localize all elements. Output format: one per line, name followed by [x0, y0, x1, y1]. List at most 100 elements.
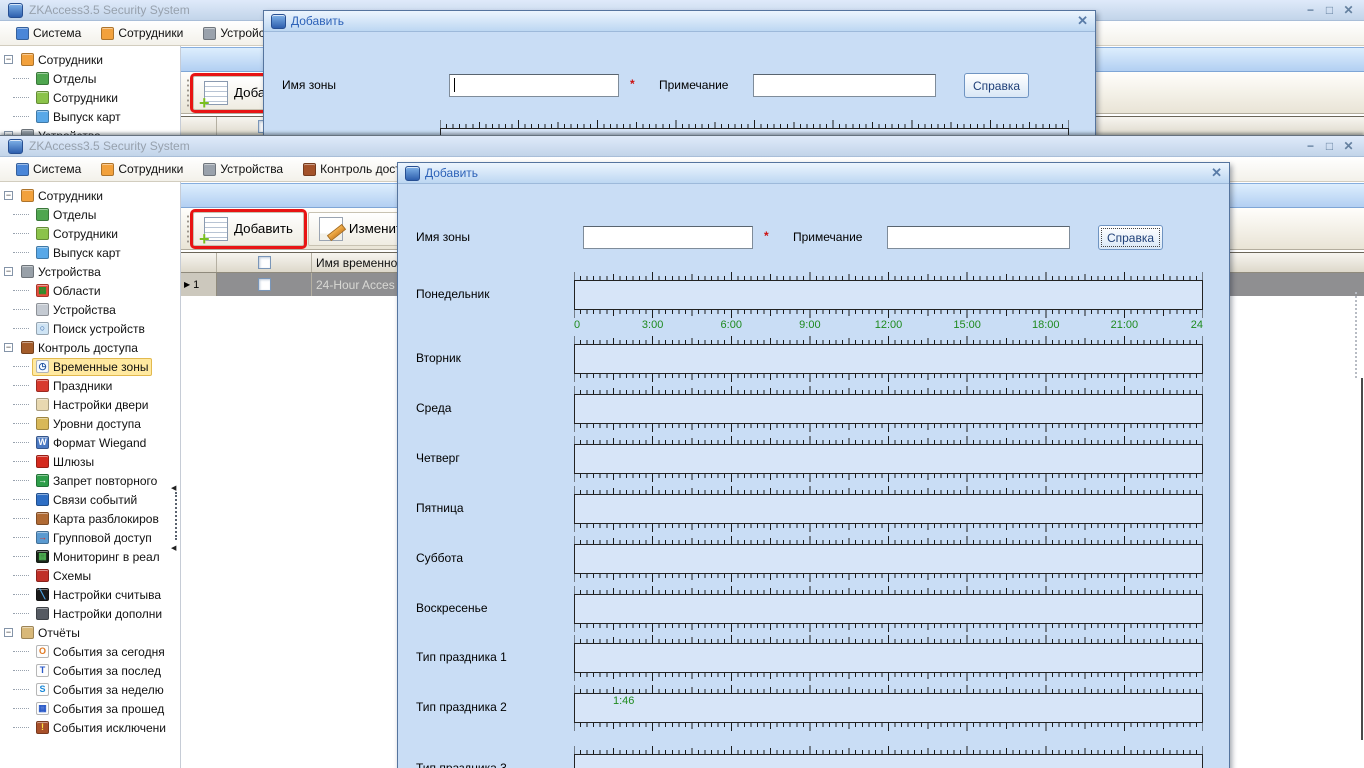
- menu-item-system[interactable]: Система: [16, 26, 81, 40]
- tree-item[interactable]: −Контроль доступа: [0, 338, 180, 357]
- select-all-checkbox[interactable]: [258, 256, 271, 269]
- minimize-icon[interactable]: −: [1303, 139, 1318, 154]
- maximize-icon[interactable]: □: [1322, 3, 1337, 18]
- zone-name-input[interactable]: [450, 75, 618, 96]
- tree-node[interactable]: →Групповой доступ: [32, 529, 156, 547]
- note-input[interactable]: [754, 75, 935, 96]
- minimize-icon[interactable]: −: [1303, 3, 1318, 18]
- tree-item[interactable]: OСобытия за сегодня: [0, 642, 180, 661]
- tree-node[interactable]: TСобытия за послед: [32, 662, 165, 680]
- tree-expander-icon[interactable]: −: [4, 191, 13, 200]
- zone-name-input[interactable]: [584, 227, 752, 248]
- tree-node[interactable]: ▦Мониторинг в реал: [32, 548, 164, 566]
- timeline-track[interactable]: [574, 344, 1203, 374]
- tree-item[interactable]: !События исключени: [0, 718, 180, 737]
- timeline-track[interactable]: [574, 754, 1203, 768]
- splitter-collapse-icon[interactable]: ◀: [171, 545, 176, 552]
- tree-node[interactable]: Отделы: [32, 206, 100, 224]
- splitter-collapse-icon[interactable]: ◀: [171, 485, 176, 492]
- tree-expander-icon[interactable]: −: [4, 267, 13, 276]
- menu-item-employees[interactable]: Сотрудники: [101, 162, 183, 176]
- menu-item-employees[interactable]: Сотрудники: [101, 26, 183, 40]
- tree-node[interactable]: Контроль доступа: [17, 339, 142, 357]
- tree-node[interactable]: !События исключени: [32, 719, 170, 737]
- tree-item[interactable]: Настройки двери: [0, 395, 180, 414]
- tree-node[interactable]: Выпуск карт: [32, 108, 125, 126]
- maximize-icon[interactable]: □: [1322, 139, 1337, 154]
- dialog-close-icon[interactable]: ✕: [1211, 165, 1222, 181]
- tree-item[interactable]: Сотрудники: [0, 224, 180, 243]
- tree-node[interactable]: ╲Настройки считыва: [32, 586, 165, 604]
- help-button[interactable]: Справка: [964, 73, 1029, 98]
- timeline-track[interactable]: [574, 544, 1203, 574]
- timeline-track[interactable]: [574, 280, 1203, 310]
- tree-node[interactable]: WФормат Wiegand: [32, 434, 150, 452]
- tree-node[interactable]: Праздники: [32, 377, 116, 395]
- tree-item[interactable]: Настройки дополни: [0, 604, 180, 623]
- tree-node[interactable]: Схемы: [32, 567, 95, 585]
- tree-node[interactable]: Сотрудники: [32, 225, 122, 243]
- tree-item[interactable]: Сотрудники: [0, 88, 180, 107]
- add-button[interactable]: Добавить: [193, 212, 304, 246]
- row-checkbox[interactable]: [258, 278, 271, 291]
- tree-item[interactable]: Шлюзы: [0, 452, 180, 471]
- tree-node[interactable]: Выпуск карт: [32, 244, 125, 262]
- tree-item[interactable]: Схемы: [0, 566, 180, 585]
- tree-item[interactable]: ▦Области: [0, 281, 180, 300]
- menu-item-devices[interactable]: Устройства: [203, 162, 283, 176]
- tree-node[interactable]: →Запрет повторного: [32, 472, 161, 490]
- tree-node[interactable]: ▦События за прошед: [32, 700, 168, 718]
- tree-node[interactable]: Устройства: [32, 301, 120, 319]
- timeline-track[interactable]: [574, 394, 1203, 424]
- tree-node[interactable]: Связи событий: [32, 491, 141, 509]
- tree-item[interactable]: Отделы: [0, 205, 180, 224]
- tree-item[interactable]: Уровни доступа: [0, 414, 180, 433]
- close-icon[interactable]: ✕: [1341, 3, 1356, 18]
- tree-node[interactable]: Настройки двери: [32, 396, 152, 414]
- tree-item[interactable]: WФормат Wiegand: [0, 433, 180, 452]
- tree-expander-icon[interactable]: −: [4, 628, 13, 637]
- tree-node[interactable]: Отчёты: [17, 624, 84, 642]
- tree-node[interactable]: ◷Временные зоны: [32, 358, 152, 376]
- tree-item[interactable]: −Отчёты: [0, 623, 180, 642]
- tree-item[interactable]: Праздники: [0, 376, 180, 395]
- tree-item[interactable]: →Запрет повторного: [0, 471, 180, 490]
- tree-node[interactable]: OСобытия за сегодня: [32, 643, 169, 661]
- timeline-track[interactable]: [574, 444, 1203, 474]
- timeline-track[interactable]: [574, 494, 1203, 524]
- timeline-track[interactable]: [574, 594, 1203, 624]
- tree-node[interactable]: Устройства: [17, 263, 105, 281]
- scrollbar[interactable]: [1361, 378, 1363, 740]
- tree-item[interactable]: Отделы: [0, 69, 180, 88]
- tree-item[interactable]: Устройства: [0, 300, 180, 319]
- note-input[interactable]: [888, 227, 1069, 248]
- tree-item[interactable]: SСобытия за неделю: [0, 680, 180, 699]
- splitter-handle[interactable]: [175, 492, 177, 540]
- tree-item[interactable]: −Устройства: [0, 262, 180, 281]
- tree-node[interactable]: ○Поиск устройств: [32, 320, 149, 338]
- tree-item[interactable]: Выпуск карт: [0, 107, 180, 126]
- tree-item[interactable]: Выпуск карт: [0, 243, 180, 262]
- toolbar-grip[interactable]: [186, 78, 190, 108]
- tree-item[interactable]: ○Поиск устройств: [0, 319, 180, 338]
- tree-item[interactable]: TСобытия за послед: [0, 661, 180, 680]
- toolbar-grip[interactable]: [186, 214, 190, 244]
- tree-node[interactable]: Уровни доступа: [32, 415, 145, 433]
- tree-node[interactable]: Отделы: [32, 70, 100, 88]
- tree-item[interactable]: →Групповой доступ: [0, 528, 180, 547]
- tree-item[interactable]: ◷Временные зоны: [0, 357, 180, 376]
- tree-node[interactable]: Сотрудники: [32, 89, 122, 107]
- tree-node[interactable]: SСобытия за неделю: [32, 681, 168, 699]
- tree-node[interactable]: Сотрудники: [17, 187, 107, 205]
- tree-item[interactable]: ╲Настройки считыва: [0, 585, 180, 604]
- tree-item[interactable]: ▦События за прошед: [0, 699, 180, 718]
- tree-item[interactable]: −Сотрудники: [0, 50, 180, 69]
- tree-item[interactable]: −Сотрудники: [0, 186, 180, 205]
- tree-expander-icon[interactable]: −: [4, 343, 13, 352]
- tree-node[interactable]: ▦Области: [32, 282, 105, 300]
- tree-node[interactable]: Шлюзы: [32, 453, 98, 471]
- menu-item-system[interactable]: Система: [16, 162, 81, 176]
- tree-node[interactable]: Настройки дополни: [32, 605, 166, 623]
- tree-node[interactable]: Карта разблокиров: [32, 510, 163, 528]
- close-icon[interactable]: ✕: [1341, 139, 1356, 154]
